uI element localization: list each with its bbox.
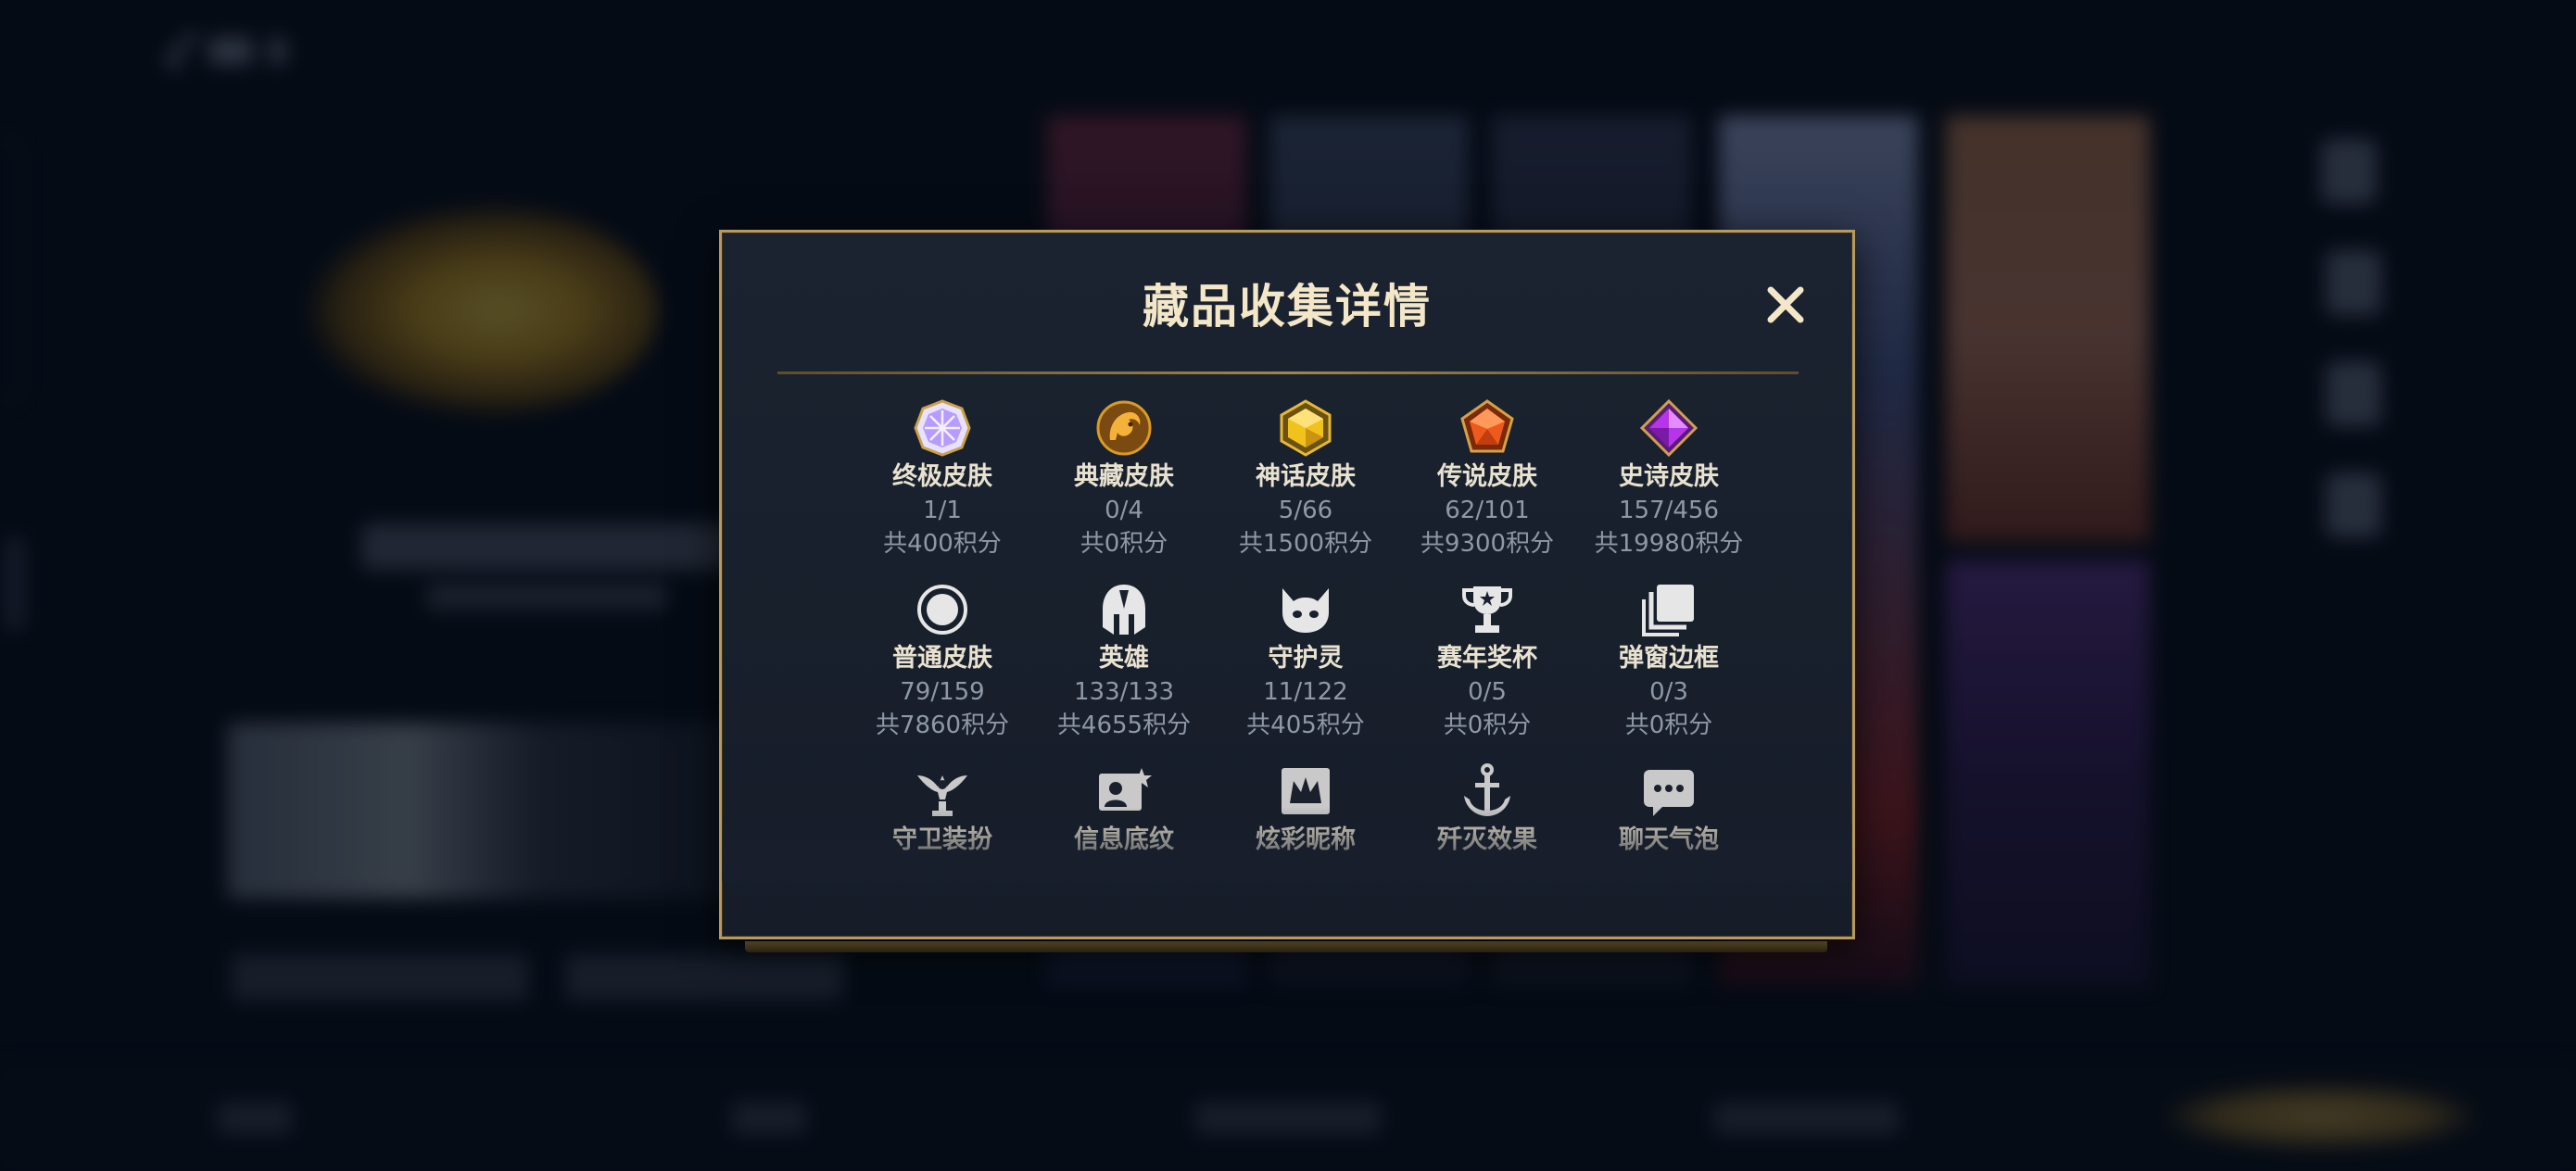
collection-screen: 藏品收集详情 终极皮肤 1/1 共400积分 典藏皮肤 0/4 共0积分 神话皮… — [0, 0, 2576, 1171]
item-name: 终极皮肤 — [892, 462, 992, 491]
collection-item-legacy-skin[interactable]: 典藏皮肤 0/4 共0积分 — [1033, 399, 1215, 581]
collection-item-champion[interactable]: 英雄 133/133 共4655积分 — [1033, 581, 1215, 762]
item-name: 英雄 — [1099, 644, 1149, 673]
item-points: 共1500积分 — [1238, 530, 1373, 558]
item-name: 传说皮肤 — [1437, 462, 1537, 491]
info-card-icon — [1095, 762, 1153, 820]
champion-helmet-icon — [1095, 581, 1153, 638]
mythic-skin-icon — [1277, 399, 1334, 457]
collection-item-info-card[interactable]: 信息底纹 — [1033, 762, 1215, 881]
item-count: 5/66 — [1278, 497, 1333, 524]
collection-item-kill-effect[interactable]: 歼灭效果 — [1396, 762, 1578, 881]
collection-item-standard-skin[interactable]: 普通皮肤 79/159 共7860积分 — [852, 581, 1033, 762]
item-name: 弹窗边框 — [1619, 644, 1719, 673]
standard-skin-icon — [914, 581, 971, 638]
collection-item-ward-skin[interactable]: 守卫装扮 — [852, 762, 1033, 881]
item-name: 聊天气泡 — [1619, 825, 1719, 854]
collection-item-guardian-spirit[interactable]: 守护灵 11/122 共405积分 — [1215, 581, 1396, 762]
item-points: 共19980积分 — [1594, 530, 1744, 558]
item-count: 0/4 — [1105, 497, 1143, 524]
title-divider — [777, 371, 1799, 374]
item-points: 共4655积分 — [1056, 711, 1192, 739]
item-points: 共400积分 — [883, 530, 1002, 558]
item-name: 普通皮肤 — [892, 644, 992, 673]
item-name: 赛年奖杯 — [1437, 644, 1537, 673]
item-count: 0/5 — [1468, 678, 1507, 706]
close-icon — [1767, 286, 1804, 323]
item-name: 炫彩昵称 — [1256, 825, 1356, 854]
item-count: 157/456 — [1618, 497, 1719, 524]
chat-bubble-icon — [1640, 762, 1698, 820]
popup-frame-icon — [1640, 581, 1698, 638]
item-name: 歼灭效果 — [1437, 825, 1537, 854]
kill-effect-icon — [1458, 762, 1516, 820]
guardian-spirit-icon — [1277, 581, 1334, 638]
trophy-icon — [1458, 581, 1516, 638]
item-name: 史诗皮肤 — [1619, 462, 1719, 491]
item-name: 守护灵 — [1268, 644, 1344, 673]
item-points: 共0积分 — [1080, 530, 1168, 558]
legendary-skin-icon — [1458, 399, 1516, 457]
item-count: 0/3 — [1649, 678, 1688, 706]
item-count: 11/122 — [1263, 678, 1348, 706]
item-name: 信息底纹 — [1074, 825, 1174, 854]
item-points: 共9300积分 — [1420, 530, 1555, 558]
collection-item-color-nickname[interactable]: 炫彩昵称 — [1215, 762, 1396, 881]
collection-item-epic-skin[interactable]: 史诗皮肤 157/456 共19980积分 — [1578, 399, 1760, 581]
collection-grid: 终极皮肤 1/1 共400积分 典藏皮肤 0/4 共0积分 神话皮肤 5/66 … — [852, 399, 1760, 881]
collection-item-chat-bubble[interactable]: 聊天气泡 — [1578, 762, 1760, 881]
item-points: 共0积分 — [1443, 711, 1532, 739]
color-nickname-icon — [1277, 762, 1334, 820]
item-name: 神话皮肤 — [1256, 462, 1356, 491]
collection-details-dialog: 藏品收集详情 终极皮肤 1/1 共400积分 典藏皮肤 0/4 共0积分 神话皮… — [719, 230, 1855, 939]
item-count: 79/159 — [900, 678, 985, 706]
item-name: 典藏皮肤 — [1074, 462, 1174, 491]
dialog-title: 藏品收集详情 — [1143, 280, 1432, 334]
ward-skin-icon — [914, 762, 971, 820]
epic-skin-icon — [1640, 399, 1698, 457]
item-points: 共405积分 — [1246, 711, 1365, 739]
collection-item-ultimate-skin[interactable]: 终极皮肤 1/1 共400积分 — [852, 399, 1033, 581]
modal-bottom-trim — [745, 941, 1827, 952]
collection-item-season-trophy[interactable]: 赛年奖杯 0/5 共0积分 — [1396, 581, 1578, 762]
item-count: 1/1 — [923, 497, 962, 524]
collection-item-mythic-skin[interactable]: 神话皮肤 5/66 共1500积分 — [1215, 399, 1396, 581]
item-points: 共7860积分 — [875, 711, 1010, 739]
collection-item-legendary-skin[interactable]: 传说皮肤 62/101 共9300积分 — [1396, 399, 1578, 581]
item-points: 共0积分 — [1624, 711, 1713, 739]
collection-grid-scroll[interactable]: 终极皮肤 1/1 共400积分 典藏皮肤 0/4 共0积分 神话皮肤 5/66 … — [722, 399, 1852, 881]
close-button[interactable] — [1758, 277, 1813, 333]
ultimate-skin-icon — [914, 399, 971, 457]
item-count: 133/133 — [1073, 678, 1174, 706]
item-count: 62/101 — [1445, 497, 1530, 524]
legacy-skin-icon — [1095, 399, 1153, 457]
item-name: 守卫装扮 — [892, 825, 992, 854]
collection-item-popup-frame[interactable]: 弹窗边框 0/3 共0积分 — [1578, 581, 1760, 762]
